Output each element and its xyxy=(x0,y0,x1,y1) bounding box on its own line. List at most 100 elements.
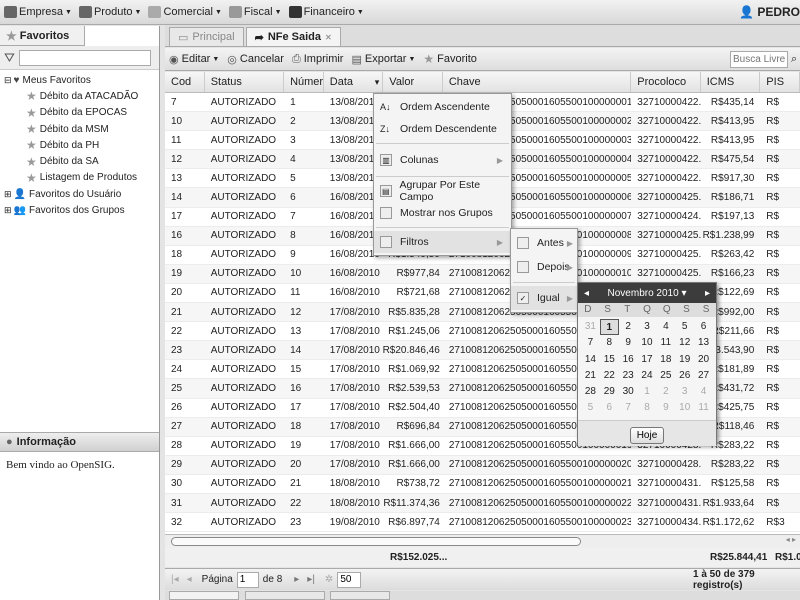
menu-produto[interactable]: Produto ▼ xyxy=(78,6,141,18)
tab-principal[interactable]: ▭ Principal xyxy=(169,27,244,46)
search-input[interactable] xyxy=(730,50,788,68)
menu-comercial[interactable]: Comercial ▼ xyxy=(148,6,222,18)
calendar-day[interactable]: 31 xyxy=(581,319,600,335)
calendar-day[interactable]: 10 xyxy=(638,335,657,351)
checkbox-icon[interactable] xyxy=(380,207,392,219)
next-page-icon[interactable]: ▸ xyxy=(294,574,299,585)
calendar-day[interactable]: 8 xyxy=(638,400,657,416)
collapse-icon[interactable]: ⊟ xyxy=(4,75,12,86)
calendar-day[interactable]: 3 xyxy=(638,319,657,335)
menu-item-columns[interactable]: ▥ Colunas ▶ xyxy=(374,147,511,173)
calendar-day[interactable]: 17 xyxy=(638,352,657,368)
calendar-day[interactable]: 3 xyxy=(675,384,694,400)
favorite-button[interactable]: ★ Favorito xyxy=(423,52,477,66)
filter-icon[interactable]: ⛛ xyxy=(4,50,15,66)
column-header[interactable]: PIS xyxy=(760,72,800,92)
calendar-day[interactable]: 10 xyxy=(675,400,694,416)
horizontal-scrollbar[interactable]: ◂ ▸ xyxy=(165,534,800,548)
today-button[interactable]: Hoje xyxy=(629,426,665,444)
calendar-day[interactable]: 2 xyxy=(619,319,638,335)
expand-icon[interactable]: ⊞ xyxy=(4,205,12,216)
calendar-day[interactable]: 26 xyxy=(675,368,694,384)
month-selector[interactable]: Novembro 2010 ▾ xyxy=(608,288,687,299)
calendar-day[interactable]: 1 xyxy=(599,319,619,336)
column-header[interactable]: Cod xyxy=(165,72,205,92)
refresh-icon[interactable]: ✲ xyxy=(325,574,333,585)
tree-node-meus-favoritos[interactable]: ⊟ ♥ Meus Favoritos xyxy=(4,72,159,88)
last-page-icon[interactable]: ▸| xyxy=(307,574,315,585)
calendar-day[interactable]: 8 xyxy=(600,335,619,351)
search-icon[interactable]: ⌕ xyxy=(791,53,797,66)
page-input[interactable] xyxy=(236,571,259,588)
calendar-day[interactable]: 22 xyxy=(600,368,619,384)
column-menu-icon[interactable]: ▾ xyxy=(375,77,380,88)
calendar-day[interactable]: 9 xyxy=(619,335,638,351)
scroll-arrows-icon[interactable]: ◂ ▸ xyxy=(786,535,796,544)
bottom-tab[interactable] xyxy=(330,591,390,600)
column-header[interactable]: Chave xyxy=(443,72,632,92)
prev-page-icon[interactable]: ◂ xyxy=(187,574,192,585)
bottom-tab[interactable] xyxy=(169,591,239,600)
calendar-day[interactable]: 15 xyxy=(600,352,619,368)
tree-item-favorite[interactable]: ★ Débito da ATACADÃO xyxy=(4,88,159,104)
bottom-tab[interactable] xyxy=(245,591,325,600)
calendar-day[interactable]: 28 xyxy=(581,384,600,400)
calendar-day[interactable]: 2 xyxy=(656,384,675,400)
calendar-day[interactable]: 11 xyxy=(656,335,675,351)
calendar-day[interactable]: 19 xyxy=(675,352,694,368)
calendar-day[interactable]: 24 xyxy=(638,368,657,384)
tree-node-group-favorites[interactable]: ⊞ 👥 Favoritos dos Grupos xyxy=(4,202,159,218)
prev-month-icon[interactable]: ◂ xyxy=(584,288,589,299)
column-header[interactable]: ICMS xyxy=(701,72,761,92)
scrollbar-thumb[interactable] xyxy=(171,537,581,546)
calendar-day[interactable]: 13 xyxy=(694,335,713,351)
first-page-icon[interactable]: |◂ xyxy=(171,574,179,585)
tree-item-favorite[interactable]: ★ Débito da SA xyxy=(4,153,159,169)
menu-item-group-by[interactable]: ▤ Agrupar Por Este Campo xyxy=(374,179,511,203)
calendar-day[interactable]: 18 xyxy=(656,352,675,368)
calendar-day[interactable]: 4 xyxy=(694,384,713,400)
calendar-day[interactable]: 29 xyxy=(600,384,619,400)
calendar-day[interactable]: 11 xyxy=(694,400,713,416)
menu-empresa[interactable]: Empresa ▼ xyxy=(4,6,72,18)
close-icon[interactable]: ✕ xyxy=(325,33,332,42)
menu-item-sort-asc[interactable]: A↓ Ordem Ascendente xyxy=(374,96,511,118)
column-header[interactable]: Procoloco xyxy=(631,72,701,92)
column-header[interactable]: Data ▾ xyxy=(324,72,384,92)
filter-after[interactable]: Depois ▶ xyxy=(511,255,577,279)
filter-before[interactable]: Antes ▶ xyxy=(511,231,577,255)
calendar-day[interactable]: 5 xyxy=(675,319,694,335)
menu-financeiro[interactable]: Financeiro ▼ xyxy=(288,6,364,18)
print-button[interactable]: ⎙ Imprimir xyxy=(292,53,344,66)
cancel-button[interactable]: ◎ Cancelar xyxy=(227,53,284,66)
page-size-input[interactable] xyxy=(337,571,362,588)
tree-item-favorite[interactable]: ★ Listagem de Produtos xyxy=(4,170,159,186)
next-month-icon[interactable]: ▸ xyxy=(705,288,710,299)
tree-item-favorite[interactable]: ★ Débito da MSM xyxy=(4,121,159,137)
column-header[interactable]: Número xyxy=(284,72,324,92)
calendar-day[interactable]: 25 xyxy=(656,368,675,384)
tree-node-user-favorites[interactable]: ⊞ 👤 Favoritos do Usuário xyxy=(4,186,159,202)
export-button[interactable]: ▤ Exportar ▼ xyxy=(351,53,415,66)
calendar-day[interactable]: 21 xyxy=(581,368,600,384)
calendar-day[interactable]: 14 xyxy=(581,352,600,368)
calendar-day[interactable]: 6 xyxy=(600,400,619,416)
calendar-day[interactable]: 12 xyxy=(675,335,694,351)
calendar-day[interactable]: 7 xyxy=(581,335,600,351)
menu-item-filters[interactable]: Filtros ▶ xyxy=(374,231,511,253)
checkbox-checked-icon[interactable]: ✓ xyxy=(517,292,529,304)
table-row[interactable]: 29 AUTORIZADO 20 17/08/2010 R$1.666,00 271008… xyxy=(165,455,800,475)
user-menu[interactable]: 👤 PEDRO xyxy=(739,5,800,19)
calendar-day[interactable]: 4 xyxy=(656,319,675,335)
calendar-day[interactable]: 20 xyxy=(694,352,713,368)
calendar-day[interactable]: 16 xyxy=(619,352,638,368)
menu-fiscal[interactable]: Fiscal ▼ xyxy=(228,6,282,18)
column-header[interactable]: Status xyxy=(205,72,285,92)
menu-item-show-groups[interactable]: Mostrar nos Grupos xyxy=(374,202,511,224)
calendar-day[interactable]: 9 xyxy=(656,400,675,416)
favorites-filter-input[interactable] xyxy=(18,49,151,66)
calendar-day[interactable]: 7 xyxy=(619,400,638,416)
calendar-day[interactable]: 6 xyxy=(694,319,713,335)
calendar-day[interactable]: 27 xyxy=(694,368,713,384)
table-row[interactable]: 32 AUTORIZADO 23 19/08/2010 R$6.897,74 271008… xyxy=(165,513,800,533)
